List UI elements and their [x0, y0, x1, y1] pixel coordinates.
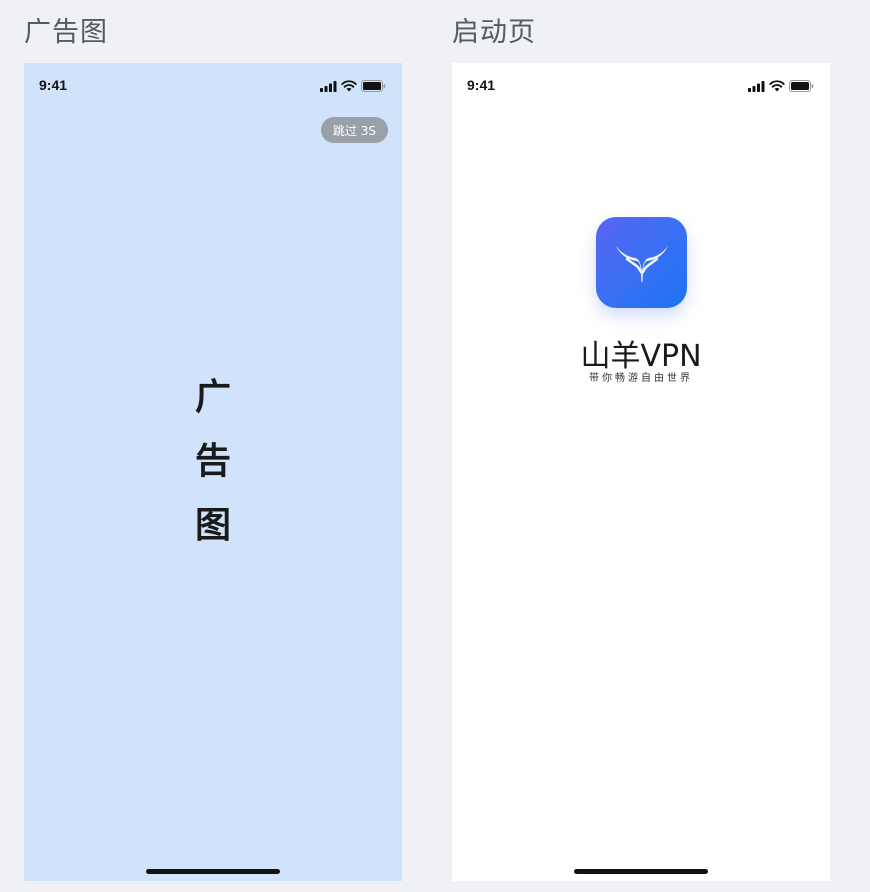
skip-ad-button[interactable]: 跳过 3S [320, 117, 388, 143]
signal-icon [320, 80, 337, 92]
ad-text-char: 告 [194, 441, 231, 482]
splash-section-title: 启动页 [452, 17, 536, 48]
wifi-icon [341, 80, 357, 92]
home-indicator[interactable] [146, 869, 280, 874]
status-bar: 9:41 [24, 63, 402, 107]
ad-section-title: 广告图 [24, 17, 108, 48]
ad-text-char: 图 [194, 505, 231, 546]
goat-horns-icon [615, 245, 668, 282]
status-time: 9:41 [467, 77, 496, 93]
app-slogan: 带你畅游自由世界 [589, 373, 693, 384]
splash-screen: 9:41 山羊VPN 带你畅游自由世界 [452, 63, 830, 881]
battery-icon [789, 80, 814, 92]
status-icons [320, 80, 386, 92]
status-bar: 9:41 [452, 63, 830, 107]
battery-icon [361, 80, 386, 92]
ad-placeholder-text: 广 告 图 [24, 378, 402, 570]
ad-text-char: 广 [194, 377, 231, 418]
wifi-icon [769, 80, 785, 92]
home-indicator[interactable] [574, 869, 708, 874]
status-time: 9:41 [39, 77, 68, 93]
status-icons [748, 80, 814, 92]
app-logo [596, 217, 687, 308]
ad-screen: 9:41 跳过 3S 广 告 图 [24, 63, 402, 881]
signal-icon [748, 80, 765, 92]
